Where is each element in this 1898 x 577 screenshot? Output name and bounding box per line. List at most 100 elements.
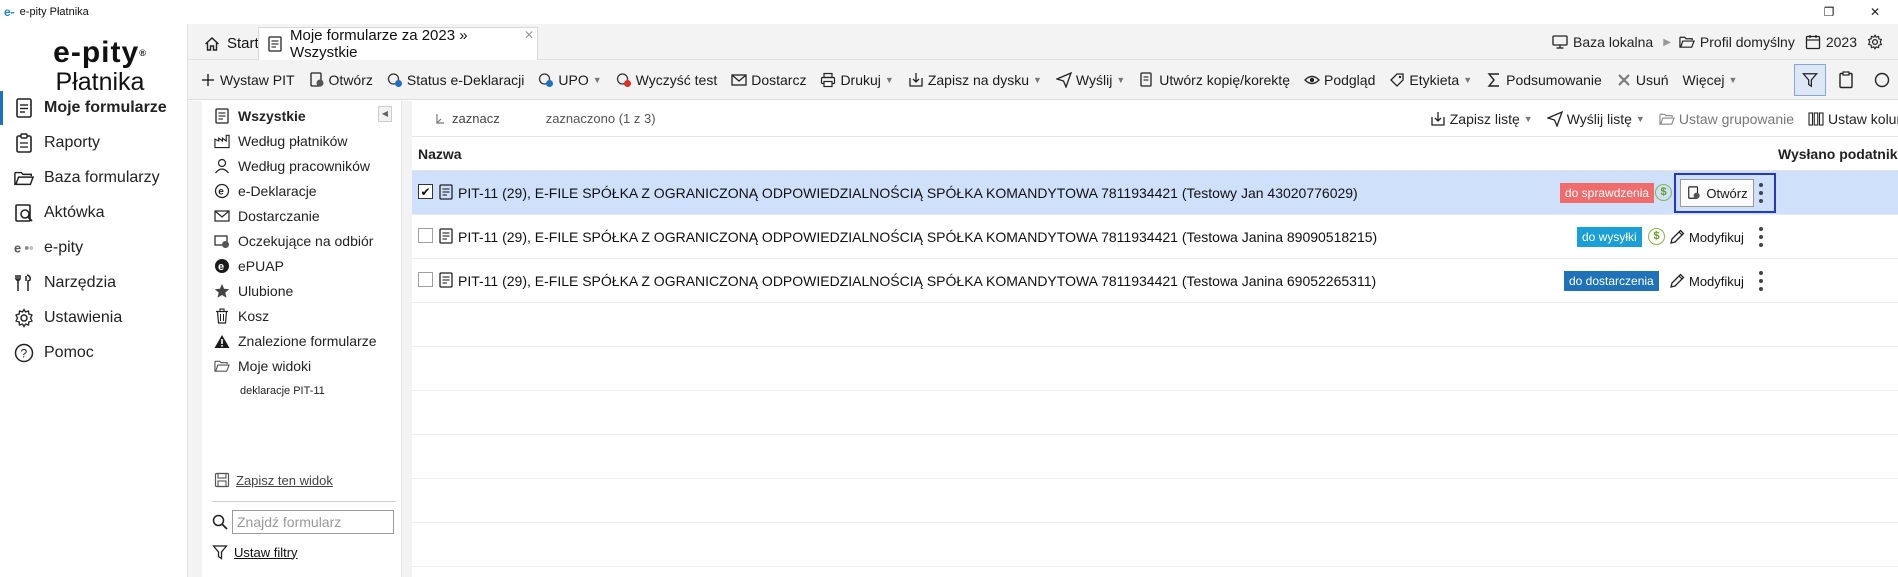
nav-item-ustawienia[interactable]: Ustawienia [0, 301, 187, 335]
row-open-button[interactable]: Otwórz [1680, 179, 1754, 207]
chevron-down-icon[interactable]: ▼ [593, 75, 602, 85]
row-more-menu-icon[interactable] [1754, 225, 1768, 249]
briefcase-icon [14, 203, 34, 223]
wyczysc-test-button[interactable]: Wyczyść test [616, 72, 717, 88]
set-columns-button[interactable]: Ustaw kolumny [1808, 111, 1898, 127]
row-checkbox[interactable] [418, 272, 433, 287]
chevron-down-icon: ▼ [1728, 74, 1738, 85]
row-checkbox[interactable]: ✔ [418, 184, 433, 199]
folder-item-epuap[interactable]: e ePUAP [202, 253, 401, 279]
folder-item-wedlug-platnikow[interactable]: Według płatników [202, 128, 401, 154]
folder-item-znalezione-formularze[interactable]: Znalezione formularze [202, 328, 401, 354]
folder-item-label: Oczekujące na odbiór [238, 233, 374, 249]
close-tab-icon[interactable]: ✕ [524, 28, 534, 42]
save-list-label: Zapisz listę [1449, 111, 1520, 127]
pending-icon [214, 233, 230, 249]
nav-item-pomoc[interactable]: ? Pomoc [0, 336, 187, 370]
toolbar-label: Status e-Deklaracji [406, 71, 525, 88]
window-title-bar: e- e-pity Płatnika ❐ ✕ [0, 0, 1898, 24]
row-more-menu-icon[interactable] [1754, 181, 1768, 205]
tab-moje-formularze[interactable]: Moje formularze za 2023 » Wszystkie ✕ [258, 27, 538, 61]
set-filters-link[interactable]: Ustaw filtry [212, 544, 298, 560]
folder-item-dostarczanie[interactable]: Dostarczanie [202, 203, 401, 229]
row-more-menu-icon[interactable] [1754, 269, 1768, 293]
upo-button[interactable]: UPO ▼ [538, 72, 602, 88]
circle-icon [1874, 72, 1890, 88]
podsumowanie-button[interactable]: Podsumowanie [1486, 72, 1602, 88]
more-panel-button[interactable] [1866, 64, 1898, 96]
column-header-name[interactable]: Nazwa [418, 146, 462, 162]
set-columns-label: Ustaw kolumny [1828, 111, 1898, 127]
wystaw-pit-button[interactable]: Wystaw PIT [200, 72, 295, 88]
dostarcz-button[interactable]: Dostarcz [731, 72, 806, 88]
row-modify-button[interactable]: Modyfikuj [1669, 226, 1744, 248]
filter-toggle-button[interactable] [1794, 64, 1826, 96]
send-list-button[interactable]: Wyślij listę ▼ [1546, 111, 1645, 127]
column-header-sent[interactable]: Wysłano podatnikowi [1778, 146, 1898, 162]
details-panel-button[interactable] [1830, 64, 1862, 96]
forms-list: zaznacz zaznaczono (1 z 3) Zapisz listę … [412, 101, 1898, 577]
chevron-down-icon[interactable]: ▼ [1116, 75, 1125, 85]
table-row[interactable]: PIT-11 (29), E-FILE SPÓŁKA Z OGRANICZONĄ… [412, 215, 1898, 259]
folder-item-moje-widoki[interactable]: Moje widoki [202, 353, 401, 379]
database-selector[interactable]: Baza lokalna [1552, 34, 1653, 50]
save-view-link[interactable]: Zapisz ten widok [214, 472, 333, 488]
folder-item-e-deklaracje[interactable]: e e-Deklaracje [202, 178, 401, 204]
podglad-button[interactable]: Podgląd [1304, 72, 1375, 88]
usun-button[interactable]: Usuń [1616, 72, 1669, 88]
status-badge: do sprawdzenia [1560, 183, 1655, 203]
empty-row [412, 303, 1898, 347]
drukuj-button[interactable]: Drukuj ▼ [820, 72, 894, 88]
nav-item-baza-formularzy[interactable]: Baza formularzy [0, 161, 187, 195]
clipboard-icon [1838, 71, 1854, 89]
wyslij-button[interactable]: Wyślij ▼ [1055, 71, 1125, 88]
save-disk-icon [908, 72, 924, 88]
folder-open-icon [1679, 34, 1695, 50]
tab-start[interactable]: Start [196, 27, 267, 60]
nav-item-narzedzia[interactable]: Narzędzia [0, 266, 187, 300]
status-e-deklaracji-button[interactable]: Status e-Deklaracji [387, 71, 525, 88]
home-icon [204, 36, 220, 52]
nav-item-aktowka[interactable]: Aktówka [0, 196, 187, 230]
chevron-down-icon[interactable]: ▼ [885, 75, 894, 85]
close-window-button[interactable]: ✕ [1852, 5, 1898, 19]
panel-splitter[interactable] [402, 101, 412, 577]
zapisz-na-dysku-button[interactable]: Zapisz na dysku ▼ [908, 72, 1042, 88]
profile-selector[interactable]: Profil domyślny [1679, 34, 1795, 50]
monitor-icon [1552, 34, 1568, 50]
nav-item-moje-formularze[interactable]: Moje formularze [0, 91, 187, 125]
set-grouping-button[interactable]: Ustaw grupowanie [1659, 111, 1794, 127]
plus-icon [200, 72, 216, 88]
nav-item-label: e-pity [44, 239, 84, 256]
open-doc-icon [1686, 185, 1702, 201]
folder-subitem-deklaracje-pit-11[interactable]: deklaracje PIT-11 [202, 378, 401, 404]
toolbar-label: Utwórz kopię/korektę [1159, 71, 1290, 88]
select-toggle-button[interactable]: zaznacz [432, 111, 500, 127]
folder-item-wszystkie[interactable]: Wszystkie [202, 103, 401, 129]
year-selector[interactable]: 2023 [1805, 34, 1857, 50]
folder-item-ulubione[interactable]: Ulubione [202, 278, 401, 304]
folder-item-wedlug-pracownikow[interactable]: Według pracowników [202, 153, 401, 179]
row-modify-button[interactable]: Modyfikuj [1669, 270, 1744, 292]
folder-item-kosz[interactable]: Kosz [202, 303, 401, 329]
chevron-down-icon[interactable]: ▼ [1463, 75, 1472, 85]
settings-button[interactable] [1867, 34, 1888, 50]
search-input[interactable] [232, 510, 394, 534]
folder-open-icon [1659, 111, 1675, 127]
nav-item-e-pity[interactable]: e e-pity [0, 231, 187, 265]
nav-item-raporty[interactable]: Raporty [0, 126, 187, 160]
row-checkbox[interactable] [418, 228, 433, 243]
funnel-icon [212, 544, 228, 560]
wiecej-button[interactable]: Więcej ▼ [1683, 72, 1738, 88]
row-action-label: Modyfikuj [1689, 229, 1744, 245]
restore-window-button[interactable]: ❐ [1806, 5, 1852, 19]
chevron-down-icon[interactable]: ▼ [1033, 75, 1042, 85]
etykieta-button[interactable]: Etykieta ▼ [1389, 72, 1472, 88]
table-row[interactable]: ✔ PIT-11 (29), E-FILE SPÓŁKA Z OGRANICZO… [412, 171, 1898, 215]
table-row[interactable]: PIT-11 (29), E-FILE SPÓŁKA Z OGRANICZONĄ… [412, 259, 1898, 303]
folder-item-oczekujace-na-odbior[interactable]: Oczekujące na odbiór [202, 228, 401, 254]
utworz-kopie-korekte-button[interactable]: Utwórz kopię/korektę [1139, 72, 1290, 88]
save-list-button[interactable]: Zapisz listę ▼ [1430, 111, 1533, 127]
otworz-button[interactable]: Otwórz [309, 72, 373, 88]
folder-panel: ◀ Wszystkie Według płatników Według prac… [202, 101, 402, 577]
